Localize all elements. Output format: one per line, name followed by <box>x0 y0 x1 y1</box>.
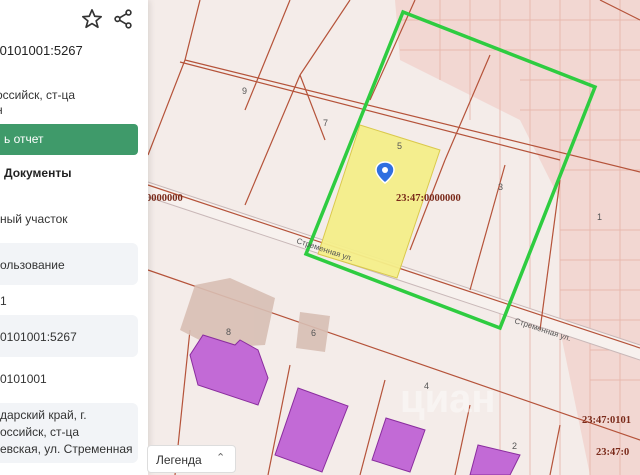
field-value: 0101001 <box>0 372 47 386</box>
field-value: дарский край, г. <box>0 408 87 422</box>
legend-label: Легенда <box>156 453 202 467</box>
plot-number: 1 <box>597 212 602 222</box>
plot-number: 9 <box>242 86 247 96</box>
field-permitted-use: ользование <box>0 243 138 285</box>
legend-button[interactable]: Легенда ⌃ <box>147 445 236 473</box>
quarter-label: 23:47:0000000 <box>396 193 461 204</box>
quarter-label: 0000000 <box>146 193 183 204</box>
plot-number: 7 <box>323 118 328 128</box>
quarter-label: 23:47:0 <box>596 447 629 458</box>
field-quarter: 0101001 <box>0 366 138 392</box>
field-value: 0101001:5267 <box>0 330 77 344</box>
get-report-button[interactable]: ь отчет <box>0 124 138 155</box>
field-category: ный участок <box>0 206 138 232</box>
share-icon <box>114 9 132 29</box>
share-button[interactable] <box>112 8 134 30</box>
plot-number: 8 <box>226 327 231 337</box>
tab-documents[interactable]: Документы <box>4 166 71 180</box>
cadastral-number-title: :0101001:5267 <box>0 43 83 58</box>
quarter-label: 23:47:0101 <box>582 415 631 426</box>
favorite-button[interactable] <box>81 8 103 30</box>
field-cadastral-number: 0101001:5267 <box>0 315 138 357</box>
info-panel: :0101001:5267 оссийск, ст-ца н ь отчет Д… <box>0 0 148 475</box>
plot-number: 6 <box>311 328 316 338</box>
field-address: дарский край, г. оссийск, ст-ца евская, … <box>0 403 138 463</box>
plot-number: 3 <box>498 182 503 192</box>
field-area: 1 <box>0 288 138 314</box>
star-icon <box>82 9 102 29</box>
field-value: ный участок <box>0 212 68 226</box>
field-value: евская, ул. Стременная <box>0 442 133 456</box>
watermark: циан <box>400 377 496 421</box>
plot-number: 5 <box>397 141 402 151</box>
address-line: н <box>0 103 3 117</box>
plot-number: 2 <box>512 441 517 451</box>
field-value: оссийск, ст-ца <box>0 425 80 439</box>
chevron-up-icon: ⌃ <box>216 452 226 464</box>
field-value: 1 <box>0 294 7 308</box>
field-value: ользование <box>0 258 65 272</box>
address-line: оссийск, ст-ца <box>0 88 76 102</box>
